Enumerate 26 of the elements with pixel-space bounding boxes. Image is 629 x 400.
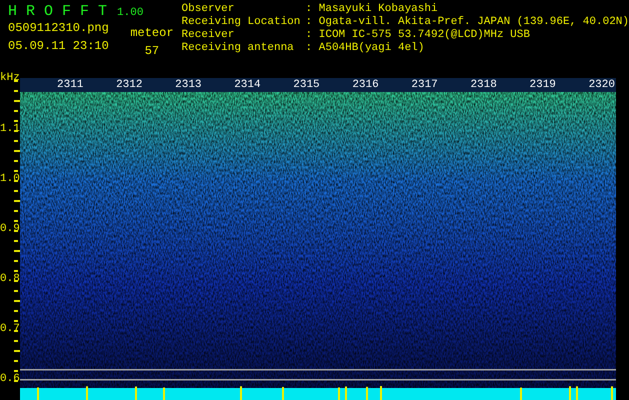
info-value: : ICOM IC-575 53.7492(@LCD)MHz USB: [306, 29, 530, 42]
date-time: 05.09.11 23:10: [8, 40, 109, 53]
time-label: 2314: [233, 78, 262, 92]
info-label: Receiving antenna: [182, 42, 295, 55]
app-version: 1.00: [117, 7, 144, 19]
meteor-count: 57: [144, 45, 160, 58]
y-axis-label: 0.7: [0, 323, 20, 335]
time-label: 2320: [588, 78, 616, 92]
time-label: 2318: [469, 78, 498, 92]
time-label: 2317: [410, 78, 439, 92]
app-title: H R O F F T: [8, 3, 108, 20]
info-label: Observer: [182, 3, 236, 16]
time-label: 2319: [528, 78, 557, 92]
time-label: 2315: [292, 78, 321, 92]
time-label: 2316: [351, 78, 380, 92]
time-label: 2312: [115, 78, 144, 92]
time-label: 2311: [56, 78, 84, 92]
axis-unit: kHz: [0, 72, 20, 84]
info-value: : A504HB(yagi 4el): [306, 42, 424, 55]
info-value: : Masayuki Kobayashi: [306, 3, 438, 16]
time-label: 2313: [174, 78, 203, 92]
info-value: : Ogata-vill. Akita-Pref. JAPAN (139.96E, 40.02N): [306, 16, 629, 29]
info-label: Receiving Location: [182, 16, 302, 29]
meteor-label: meteor: [130, 27, 174, 40]
info-label: Receiver: [182, 29, 236, 42]
file-name: 0509112310.png: [8, 22, 109, 35]
